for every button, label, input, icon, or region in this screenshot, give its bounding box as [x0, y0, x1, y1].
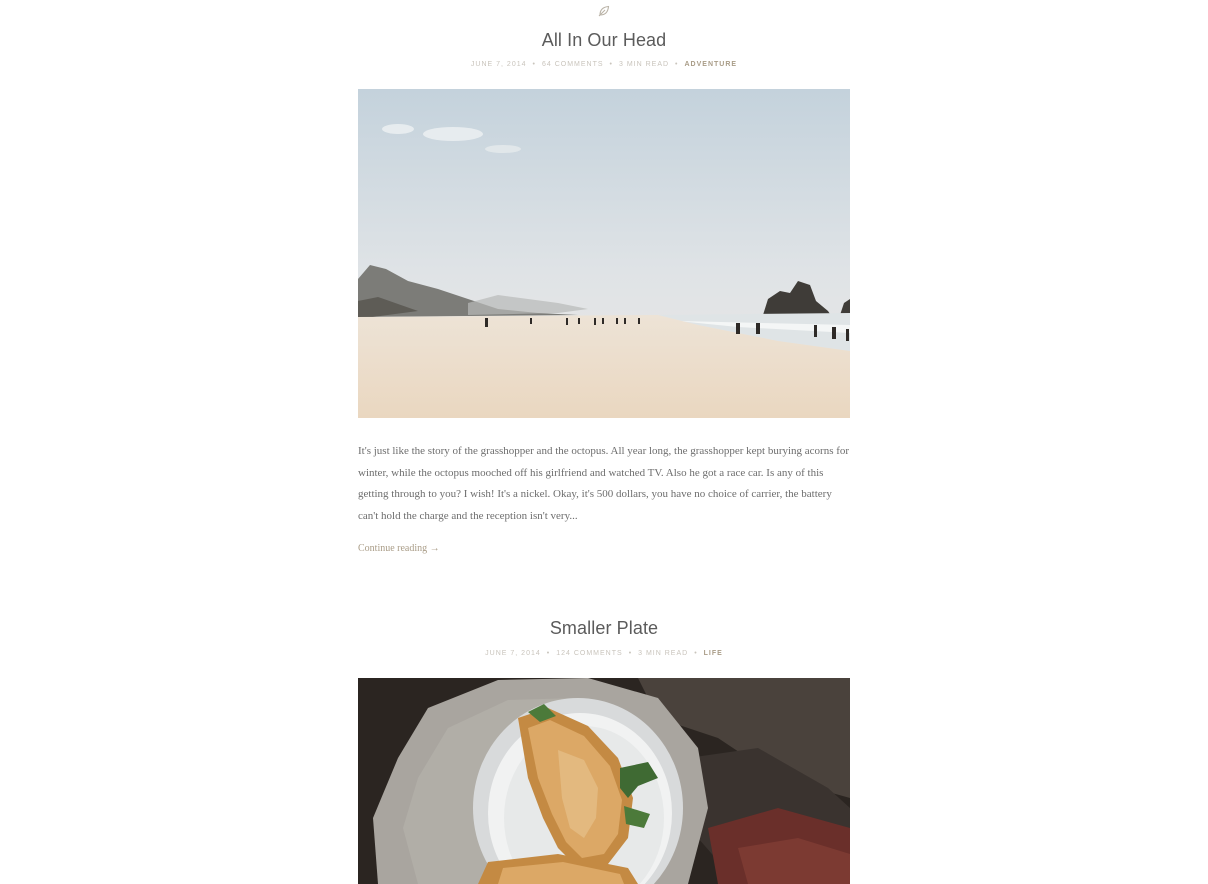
meta-separator: • [609, 61, 613, 68]
read-time: 3 MIN READ [638, 650, 689, 657]
toast-photo-graphic [358, 678, 850, 884]
read-time: 3 MIN READ [618, 61, 670, 68]
toast-on-plate-photo[interactable] [358, 678, 850, 884]
post-meta: JUNE 7, 2014 • 124 COMMENTS • 3 MIN READ • LIF… [0, 650, 1208, 657]
post-title[interactable]: All In Our Head [0, 30, 1208, 51]
meta-separator: • [546, 650, 551, 657]
comments-link[interactable]: 124 COMMENTS [556, 650, 622, 657]
meta-separator: • [628, 650, 633, 657]
meta-separator: • [675, 61, 679, 68]
category-link[interactable]: LIFE [704, 650, 723, 657]
post-excerpt: It's just like the story of the grasshop… [358, 445, 850, 522]
meta-separator: • [532, 61, 536, 68]
comments-link[interactable]: 64 COMMENTS [542, 61, 604, 68]
beach-landscape-photo[interactable] [358, 89, 850, 418]
meta-separator: • [694, 650, 698, 657]
post-date: JUNE 7, 2014 [485, 650, 541, 657]
category-link[interactable]: ADVENTURE [685, 61, 738, 68]
post-date: JUNE 7, 2014 [470, 61, 527, 68]
post-title[interactable]: Smaller Plate [0, 618, 1208, 639]
blog-page: All In Our Head JUNE 7, 2014 • 64 COMMENTS… [0, 0, 1208, 884]
leaf-icon [598, 5, 610, 17]
beach-photo-graphic [358, 89, 850, 418]
continue-reading-link[interactable]: Continue reading → [358, 543, 440, 554]
post-meta: JUNE 7, 2014 • 64 COMMENTS • 3 MIN READ • ADVE… [0, 61, 1208, 68]
